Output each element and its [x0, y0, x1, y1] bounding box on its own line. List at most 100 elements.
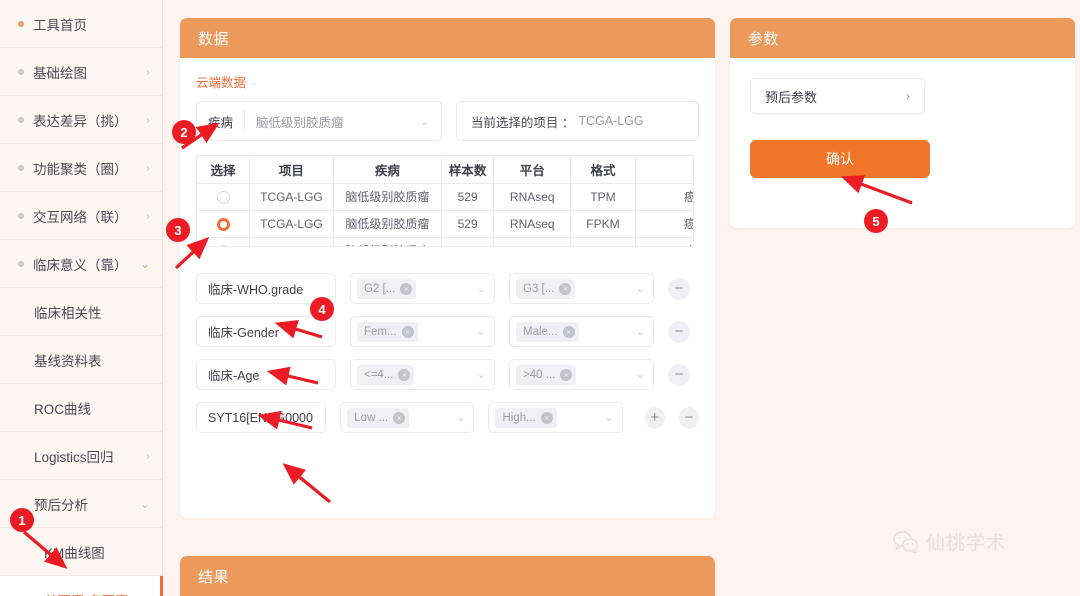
filter-chip: Male... × — [516, 321, 579, 342]
sidebar-subitem-label: 单因素|多因素Co... — [44, 590, 157, 596]
remove-filter-button[interactable]: − — [668, 277, 690, 300]
radio-icon[interactable] — [216, 244, 230, 246]
close-icon[interactable]: × — [560, 368, 573, 381]
close-icon[interactable]: × — [559, 282, 572, 295]
row-radio-cell[interactable] — [197, 210, 251, 238]
row-radio-cell[interactable] — [197, 237, 251, 246]
add-filter-button[interactable]: + — [644, 406, 665, 429]
th-samples: 样本数 — [441, 156, 495, 184]
sidebar-item-tools-home[interactable]: 工具首页 — [0, 0, 162, 48]
sidebar-subitem-label: 基线资料表 — [34, 353, 102, 369]
confirm-button[interactable]: 确认 — [750, 140, 930, 178]
filter-group-a-select[interactable]: <=4... × ⌄ — [350, 359, 495, 390]
app-root: 工具首页 基础绘图 › 表达差异（挑） › 功能聚类（圈） › 交互网络（联） … — [0, 0, 1080, 596]
disease-select[interactable]: 疾病 脑低级别胶质瘤 ⌄ — [196, 101, 442, 141]
filter-group-a-select[interactable]: Fem... × ⌄ — [350, 316, 495, 347]
close-icon[interactable]: × — [401, 325, 414, 338]
cloud-data-label: 云端数据 — [196, 76, 247, 90]
chevron-down-icon: ⌄ — [139, 256, 150, 271]
table-row[interactable]: TCGA-LGG 脑低级别胶质瘤 529 RNAseq FPKM 癌症 — [197, 210, 693, 238]
sidebar-item-label: 临床意义（靠） — [33, 257, 128, 273]
sidebar-item-clinical-correlation[interactable]: 临床相关性 — [0, 288, 162, 336]
result-panel: 结果 — [180, 556, 715, 596]
result-panel-title: 结果 — [198, 568, 230, 586]
annotation-badge-4: 4 — [310, 297, 334, 321]
chevron-right-icon: › — [906, 89, 910, 103]
wechat-icon — [893, 530, 918, 553]
sidebar-item-km-curve[interactable]: KM曲线图 — [0, 528, 162, 576]
filter-group-a-select[interactable]: G2 [... × ⌄ — [350, 273, 495, 304]
cell-format: FPKM — [570, 210, 636, 238]
remove-filter-button[interactable]: − — [668, 320, 690, 343]
cell-platform: miRNAseq — [493, 237, 572, 246]
filter-chip-label: >40 ... — [523, 368, 556, 381]
sidebar-item-clinical-significance[interactable]: 临床意义（靠） ⌄ — [0, 240, 162, 288]
close-icon[interactable]: × — [562, 325, 575, 338]
sidebar-subitem-label: KM曲线图 — [44, 545, 105, 561]
chevron-down-icon: ⌄ — [635, 283, 645, 295]
filter-chip: <=4... × — [357, 364, 415, 385]
filter-row: 临床-Age <=4... × ⌄ >40 ... × ⌄ − — [196, 359, 699, 390]
cell-extra: 癌症 — [635, 237, 693, 246]
sidebar-subitem-label: Logistics回归 — [34, 449, 114, 465]
filter-chip-label: Fem... — [364, 325, 397, 338]
bullet-icon — [18, 164, 24, 171]
filter-group-b-select[interactable]: G3 [... × ⌄ — [509, 273, 654, 304]
close-icon[interactable]: × — [400, 282, 413, 295]
filter-group-a-select[interactable]: Low ... × ⌄ — [340, 402, 475, 433]
sidebar-item-label: 功能聚类（圈） — [33, 161, 128, 177]
filter-chip-label: G3 [... — [523, 282, 555, 295]
sidebar-item-label: 工具首页 — [33, 17, 87, 33]
sidebar-subitem-label: 预后分析 — [34, 497, 88, 513]
sidebar-item-logistics-regression[interactable]: Logistics回归 › — [0, 432, 162, 480]
filter-chip: Fem... × — [357, 321, 418, 342]
cell-samples: 529 — [441, 183, 495, 211]
filter-group-b-select[interactable]: >40 ... × ⌄ — [509, 359, 654, 390]
cell-project: TCGA-LGG — [249, 237, 334, 246]
current-project-label: 当前选择的项目 ： — [470, 115, 575, 130]
cell-format: RPM — [570, 237, 636, 246]
filter-group-b-select[interactable]: Male... × ⌄ — [509, 316, 654, 347]
watermark: 仙桃学术 — [893, 528, 1006, 555]
filter-chip-label: <=4... — [364, 368, 394, 381]
sidebar-item-univariate-multivariate-cox[interactable]: 单因素|多因素Co... — [0, 576, 163, 596]
cell-format: TPM — [570, 183, 636, 211]
filter-chip-label: High... — [502, 411, 536, 424]
remove-filter-button[interactable]: − — [668, 363, 690, 386]
filter-chip: G2 [... × — [357, 278, 417, 299]
sidebar-item-expression-diff[interactable]: 表达差异（挑） › — [0, 96, 162, 144]
sidebar-item-label: 表达差异（挑） — [33, 113, 128, 129]
table-row[interactable]: TCGA-LGG 脑低级别胶质瘤 530 miRNAseq RPM 癌症 — [197, 237, 693, 246]
prognosis-parameter-item[interactable]: 预后参数 › — [750, 78, 925, 114]
radio-icon-selected[interactable] — [216, 217, 230, 231]
remove-filter-button[interactable]: − — [678, 406, 699, 429]
radio-icon[interactable] — [216, 190, 230, 204]
data-panel-body: 云端数据 疾病 脑低级别胶质瘤 ⌄ 当前选择的项目 ： TCGA-LGG 选择 — [180, 58, 715, 433]
filter-name-input[interactable]: 临床-Gender — [196, 316, 336, 347]
sidebar-item-interaction-network[interactable]: 交互网络（联） › — [0, 192, 162, 240]
filter-group-b-select[interactable]: High... × ⌄ — [488, 402, 623, 433]
gene-name-input[interactable]: SYT16[ENSG0000 — [196, 402, 327, 433]
sidebar-item-function-cluster[interactable]: 功能聚类（圈） › — [0, 144, 162, 192]
filter-row: SYT16[ENSG0000 Low ... × ⌄ High... × ⌄ +… — [196, 402, 699, 433]
prognosis-parameter-label: 预后参数 — [765, 89, 818, 105]
current-project-display: 当前选择的项目 ： TCGA-LGG — [455, 101, 699, 141]
filter-name-input[interactable]: 临床-Age — [196, 359, 336, 390]
sidebar-item-roc-curve[interactable]: ROC曲线 — [0, 384, 162, 432]
sidebar-item-baseline-table[interactable]: 基线资料表 — [0, 336, 162, 384]
cell-project: TCGA-LGG — [249, 183, 334, 211]
chevron-down-icon: ⌄ — [456, 412, 466, 424]
filter-chip-label: G2 [... — [364, 282, 396, 295]
dataset-table-wrapper[interactable]: 选择 项目 疾病 样本数 平台 格式 TCGA-LGG 脑低级别胶质瘤 529 … — [196, 155, 694, 247]
row-radio-cell[interactable] — [197, 183, 251, 211]
chevron-down-icon: ⌄ — [635, 326, 645, 338]
annotation-badge-2: 2 — [172, 120, 196, 144]
sidebar: 工具首页 基础绘图 › 表达差异（挑） › 功能聚类（圈） › 交互网络（联） … — [0, 0, 163, 596]
close-icon[interactable]: × — [540, 411, 553, 424]
sidebar-item-basic-plot[interactable]: 基础绘图 › — [0, 48, 162, 96]
close-icon[interactable]: × — [393, 411, 406, 424]
close-icon[interactable]: × — [398, 368, 411, 381]
annotation-badge-1: 1 — [10, 508, 34, 532]
chevron-right-icon: › — [146, 160, 150, 175]
table-row[interactable]: TCGA-LGG 脑低级别胶质瘤 529 RNAseq TPM 癌症 — [197, 183, 693, 211]
